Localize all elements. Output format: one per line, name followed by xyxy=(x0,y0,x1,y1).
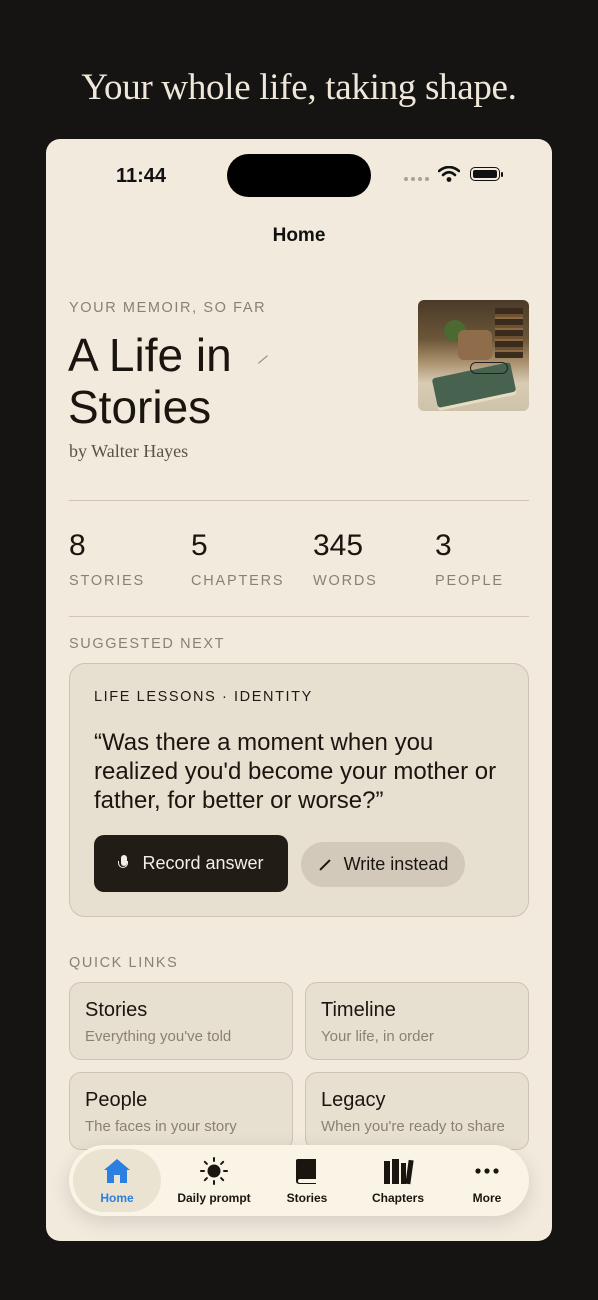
tab-label: Stories xyxy=(286,1190,328,1205)
quick-link-people[interactable]: People The faces in your story xyxy=(69,1072,293,1150)
suggested-heading: SUGGESTED NEXT xyxy=(69,636,226,652)
stat-value: 345 xyxy=(313,529,364,562)
pencil-icon xyxy=(318,858,331,871)
tab-label: More xyxy=(472,1190,502,1205)
divider xyxy=(69,500,529,501)
battery-icon xyxy=(470,167,503,181)
tab-chapters[interactable]: Chapters xyxy=(353,1149,443,1212)
stat-chapters: 5 CHAPTERS xyxy=(191,529,284,589)
stat-value: 3 xyxy=(435,529,452,562)
quick-links-heading: QUICK LINKS xyxy=(69,955,179,971)
link-title: Timeline xyxy=(321,999,396,1021)
tagline: Your whole life, taking shape. xyxy=(81,67,517,108)
microphone-icon xyxy=(118,854,130,873)
book-icon xyxy=(296,1158,316,1184)
wifi-icon xyxy=(438,166,460,182)
dynamic-island xyxy=(227,154,371,197)
quick-link-timeline[interactable]: Timeline Your life, in order xyxy=(305,982,529,1060)
stat-label: CHAPTERS xyxy=(191,573,285,589)
tab-more[interactable]: More xyxy=(449,1149,525,1212)
suggested-prompt-card: LIFE LESSONS · IDENTITY “Was there a mom… xyxy=(69,663,529,917)
ellipsis-icon xyxy=(475,1167,499,1174)
tab-home[interactable]: Home xyxy=(73,1149,161,1212)
memoir-title[interactable]: A Life in Stories xyxy=(68,329,298,433)
stat-label: WORDS xyxy=(313,573,378,589)
prompt-question: “Was there a moment when you realized yo… xyxy=(94,729,497,814)
stat-people: 3 PEOPLE xyxy=(435,529,504,589)
tab-bar: Home Daily prompt Stories Chapters More xyxy=(69,1145,529,1216)
stat-value: 8 xyxy=(69,529,86,562)
link-title: Legacy xyxy=(321,1089,386,1111)
memoir-eyebrow: YOUR MEMOIR, SO FAR xyxy=(69,300,267,316)
status-time: 11:44 xyxy=(116,165,167,187)
record-answer-button[interactable]: Record answer xyxy=(94,835,288,892)
write-instead-label: Write instead xyxy=(343,854,449,874)
stat-words: 345 WORDS xyxy=(313,529,378,589)
prompt-category: LIFE LESSONS · IDENTITY xyxy=(94,689,313,705)
memoir-cover-image[interactable] xyxy=(418,300,529,411)
tab-stories[interactable]: Stories xyxy=(267,1149,347,1212)
link-subtitle: Everything you've told xyxy=(85,1028,232,1045)
link-subtitle: Your life, in order xyxy=(321,1028,434,1045)
link-title: People xyxy=(85,1089,148,1111)
sun-icon xyxy=(200,1156,228,1185)
quick-link-stories[interactable]: Stories Everything you've told xyxy=(69,982,293,1060)
tab-label: Chapters xyxy=(371,1190,424,1205)
signal-icon xyxy=(404,177,429,181)
record-answer-label: Record answer xyxy=(142,853,264,873)
link-subtitle: The faces in your story xyxy=(85,1118,237,1135)
write-instead-button[interactable]: Write instead xyxy=(301,842,465,887)
quick-link-legacy[interactable]: Legacy When you're ready to share xyxy=(305,1072,529,1150)
stat-stories: 8 STORIES xyxy=(69,529,145,589)
stat-label: PEOPLE xyxy=(435,573,504,589)
link-title: Stories xyxy=(85,999,148,1021)
house-icon xyxy=(104,1158,130,1183)
page-title: Home xyxy=(272,225,326,246)
tab-label: Daily prompt xyxy=(177,1190,251,1205)
books-icon xyxy=(384,1158,414,1184)
link-subtitle: When you're ready to share xyxy=(321,1118,505,1135)
tab-label: Home xyxy=(100,1190,134,1205)
phone-screen: 11:44 Home YOUR MEMOIR, SO FAR A Life in… xyxy=(46,139,552,1241)
stat-value: 5 xyxy=(191,529,208,562)
stat-label: STORIES xyxy=(69,573,145,589)
memoir-byline: by Walter Hayes xyxy=(69,441,189,461)
divider xyxy=(69,616,529,617)
tab-daily-prompt[interactable]: Daily prompt xyxy=(169,1149,259,1212)
